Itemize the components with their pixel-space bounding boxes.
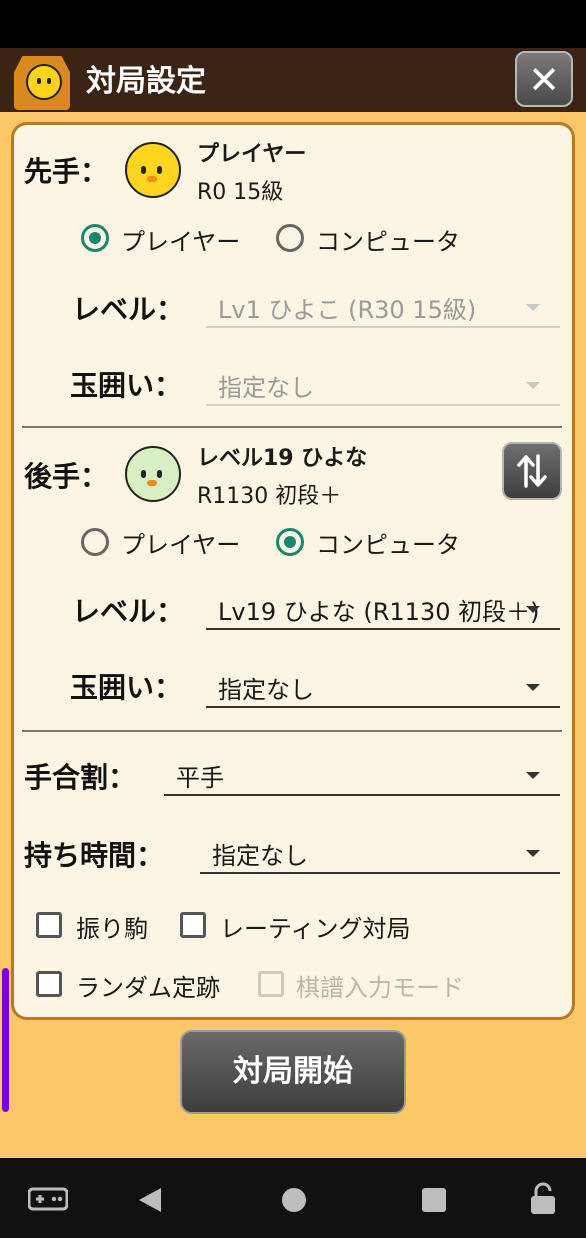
status-bar [0, 0, 586, 48]
close-icon: ✕ [528, 58, 560, 102]
furigoma-label[interactable]: 振り駒 [76, 909, 148, 944]
sente-level-label: レベル： [72, 293, 185, 326]
sente-radio-computer-label: コンピュータ [316, 228, 460, 256]
gote-castle-select[interactable]: 指定なし [206, 668, 560, 708]
swap-players-button[interactable] [502, 442, 562, 500]
sente-radio-player[interactable] [81, 224, 109, 252]
sente-radio-computer[interactable] [276, 224, 304, 252]
section-divider [22, 426, 562, 428]
scrollbar [2, 968, 9, 1112]
chevron-down-icon [526, 684, 540, 691]
gamepad-icon[interactable] [28, 1186, 68, 1212]
chevron-down-icon [526, 850, 540, 857]
close-button[interactable]: ✕ [515, 51, 573, 107]
start-game-button[interactable]: 対局開始 [180, 1030, 406, 1114]
gote-label: 後手： [24, 460, 109, 493]
home-icon[interactable] [281, 1187, 307, 1213]
gote-castle-label: 玉囲い： [70, 671, 183, 704]
sente-castle-select[interactable]: 指定なし [206, 366, 560, 406]
sente-avatar-icon [125, 142, 181, 198]
gote-radio-player-label: プレイヤー [121, 531, 241, 559]
gote-radio-player[interactable] [81, 528, 109, 556]
sente-player-name: プレイヤー [197, 142, 307, 167]
gote-castle-value: 指定なし [218, 676, 314, 704]
rotation-lock-icon[interactable] [528, 1182, 558, 1216]
chevron-down-icon [526, 772, 540, 779]
gote-avatar-icon [125, 446, 181, 502]
page-title: 対局設定 [86, 64, 206, 99]
section-divider [22, 730, 562, 732]
time-value: 指定なし [212, 842, 308, 870]
furigoma-checkbox[interactable] [36, 912, 62, 938]
gote-player-rank: R1130 初段＋ [197, 484, 342, 509]
random-joseki-label[interactable]: ランダム定跡 [76, 968, 220, 1003]
sente-player-rank: R0 15級 [197, 180, 284, 205]
sente-label: 先手： [24, 155, 109, 188]
handicap-value: 平手 [176, 764, 224, 792]
gote-level-select[interactable]: Lv19 ひよな (R1130 初段＋) [206, 590, 560, 630]
gote-radio-computer-label: コンピュータ [316, 531, 460, 559]
handicap-label: 手合割： [24, 761, 137, 794]
time-select[interactable]: 指定なし [200, 834, 560, 874]
sente-radio-player-label: プレイヤー [121, 228, 241, 256]
sente-level-value: Lv1 ひよこ (R30 15級) [218, 296, 477, 324]
chevron-down-icon [526, 606, 540, 613]
recents-icon[interactable] [421, 1187, 447, 1213]
sente-level-select[interactable]: Lv1 ひよこ (R30 15級) [206, 288, 560, 328]
sente-castle-value: 指定なし [218, 374, 314, 402]
gote-radio-computer[interactable] [276, 528, 304, 556]
chevron-down-icon [526, 304, 540, 311]
settings-panel [11, 122, 575, 1020]
app-logo-icon [14, 56, 70, 110]
kifu-input-label: 棋譜入力モード [296, 974, 464, 1002]
gote-level-value: Lv19 ひよな (R1130 初段＋) [218, 598, 540, 626]
chevron-down-icon [526, 382, 540, 389]
rating-label[interactable]: レーティング対局 [220, 909, 411, 944]
gote-player-name: レベル19 ひよな [197, 446, 368, 471]
swap-icon [517, 454, 547, 488]
time-label: 持ち時間： [24, 839, 165, 872]
back-icon[interactable] [137, 1186, 163, 1214]
gote-level-label: レベル： [72, 595, 185, 628]
kifu-input-checkbox[interactable] [258, 971, 284, 997]
handicap-select[interactable]: 平手 [164, 756, 560, 796]
rating-checkbox[interactable] [180, 912, 206, 938]
random-joseki-checkbox[interactable] [36, 971, 62, 997]
sente-castle-label: 玉囲い： [70, 369, 183, 402]
